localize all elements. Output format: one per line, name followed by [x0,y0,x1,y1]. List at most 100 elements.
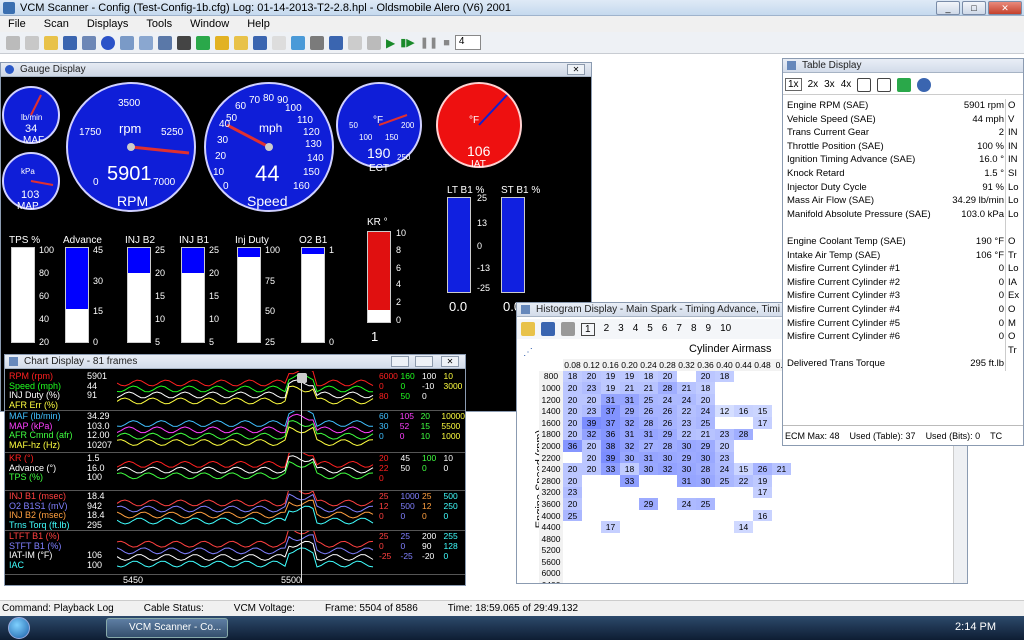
settings-icon[interactable] [310,35,324,50]
histogram-cell[interactable] [620,579,639,583]
histogram-cell[interactable] [677,510,696,522]
histogram-cell[interactable] [601,533,620,545]
table-row[interactable]: Trans Current Gear 2 IN [783,126,1023,140]
histogram-cell[interactable] [734,417,753,429]
chart-series-2-1[interactable]: Advance (°) 16.0 [9,463,113,473]
histogram-cell[interactable]: 19 [620,370,639,383]
histogram-cell[interactable]: 22 [677,428,696,441]
histogram-cell[interactable] [753,533,772,545]
histogram-cell[interactable] [677,533,696,545]
histogram-cell[interactable]: 20 [563,405,582,417]
histogram-cell[interactable]: 39 [582,416,601,429]
chart-series-3-3[interactable]: Trns Torq (ft.lb) 295 [9,520,113,530]
doc-icon[interactable] [272,35,286,50]
histogram-cell[interactable]: 20 [563,428,582,441]
play-icon[interactable]: ▶ [386,36,395,50]
table-row[interactable]: Engine RPM (SAE) 5901 rpm O [783,99,1023,113]
histogram-cell[interactable] [677,556,696,568]
histogram-cell[interactable] [582,521,601,533]
refresh-icon[interactable] [291,35,305,50]
histogram-cell[interactable] [582,487,601,499]
histogram-tab-8[interactable]: 8 [691,323,697,336]
histogram-tab-9[interactable]: 9 [706,323,712,336]
histogram-cell[interactable] [601,475,620,487]
table-row[interactable] [783,221,1023,235]
chart-icon[interactable] [158,35,172,50]
histogram-cell[interactable] [658,498,677,510]
histogram-cell[interactable]: 30 [696,474,715,487]
log-save-icon[interactable] [253,35,267,50]
collapse-icon[interactable]: ⋰ [523,347,533,358]
histogram-cell[interactable]: 29 [639,498,658,510]
chart-maximize-button[interactable] [415,356,433,367]
histogram-cell[interactable]: 30 [677,440,696,452]
histogram-cell[interactable]: 26 [639,405,658,417]
histogram-cell[interactable]: 20 [563,382,582,394]
histogram-cell[interactable] [715,510,734,522]
histogram-cell[interactable] [734,545,753,557]
histogram-cell[interactable] [696,556,715,568]
histogram-cell[interactable]: 25 [639,393,658,406]
taskbar-vcm-scanner[interactable]: VCM Scanner - Co... [106,618,228,638]
chart-series-4-1[interactable]: STFT B1 (%) [9,541,113,551]
histogram-cell[interactable] [582,556,601,568]
stop-square-icon[interactable]: ■ [443,37,450,49]
histogram-cell[interactable]: 18 [563,370,582,383]
histogram-cell[interactable]: 31 [620,428,639,441]
histogram-cell[interactable] [582,545,601,557]
histogram-cell[interactable] [772,545,791,557]
histogram-tab-3[interactable]: 3 [618,323,624,336]
histogram-tab-10[interactable]: 10 [720,323,731,336]
menu-window[interactable]: Window [190,18,229,30]
table-row[interactable]: Misfire Current Cylinder #5 0 M [783,316,1023,331]
histogram-cell[interactable] [696,568,715,580]
table-row[interactable]: Vehicle Speed (SAE) 44 mph V [783,112,1023,127]
histogram-cell[interactable] [677,521,696,533]
histogram-cell[interactable] [601,487,620,499]
gauge-icon[interactable] [101,35,115,50]
histogram-cell[interactable]: 20 [696,370,715,383]
histogram-cell[interactable] [715,533,734,545]
histogram-cell[interactable]: 21 [677,382,696,394]
histogram-cell[interactable] [639,487,658,499]
histogram-cell[interactable] [601,545,620,557]
histogram-cell[interactable]: 23 [715,428,734,441]
histogram-cell[interactable] [734,498,753,510]
histogram-cell[interactable]: 18 [620,463,639,475]
histogram-cell[interactable] [772,568,791,580]
histogram-cell[interactable] [734,510,753,522]
connect-icon[interactable] [177,35,191,50]
histogram-cell[interactable]: 33 [620,474,639,487]
chart-series-0-2[interactable]: INJ Duty (%) 91 [9,390,113,400]
histogram-cell[interactable] [715,394,734,406]
stop-icon[interactable] [367,35,381,50]
histogram-cell[interactable]: 37 [601,416,620,429]
histogram-cell[interactable] [582,568,601,580]
histogram-cell[interactable] [677,579,696,583]
histogram-cell[interactable]: 15 [734,463,753,475]
histogram-tab-5[interactable]: 5 [647,323,653,336]
histogram-cell[interactable]: 36 [563,440,582,452]
histogram-cell[interactable]: 21 [696,428,715,441]
chart-series-3-1[interactable]: O2 B1S1 (mV) 942 [9,501,113,511]
histogram-cell[interactable] [715,498,734,510]
table-row[interactable]: Mass Air Flow (SAE) 34.29 lb/min Lo [783,194,1023,208]
histogram-cell[interactable] [601,498,620,510]
histogram-cell[interactable]: 38 [601,440,620,452]
chart-minimize-button[interactable] [391,356,409,367]
histogram-cell[interactable]: 30 [620,451,639,464]
histogram-cell[interactable] [696,487,715,499]
histogram-cell[interactable]: 31 [677,474,696,487]
gauge-close-button[interactable]: ✕ [567,64,585,75]
histogram-cell[interactable] [715,417,734,429]
table-row[interactable]: Intake Air Temp (SAE) 106 °F Tr [783,248,1023,263]
histogram-cell[interactable] [639,568,658,580]
histogram-cell[interactable] [601,510,620,522]
histogram-cell[interactable]: 19 [601,370,620,383]
menu-file[interactable]: File [8,18,26,30]
histogram-cell[interactable] [696,533,715,545]
histogram-cell[interactable]: 23 [715,451,734,464]
histogram-cell[interactable] [734,487,753,499]
histogram-cell[interactable]: 31 [601,393,620,406]
menu-scan[interactable]: Scan [44,18,69,30]
